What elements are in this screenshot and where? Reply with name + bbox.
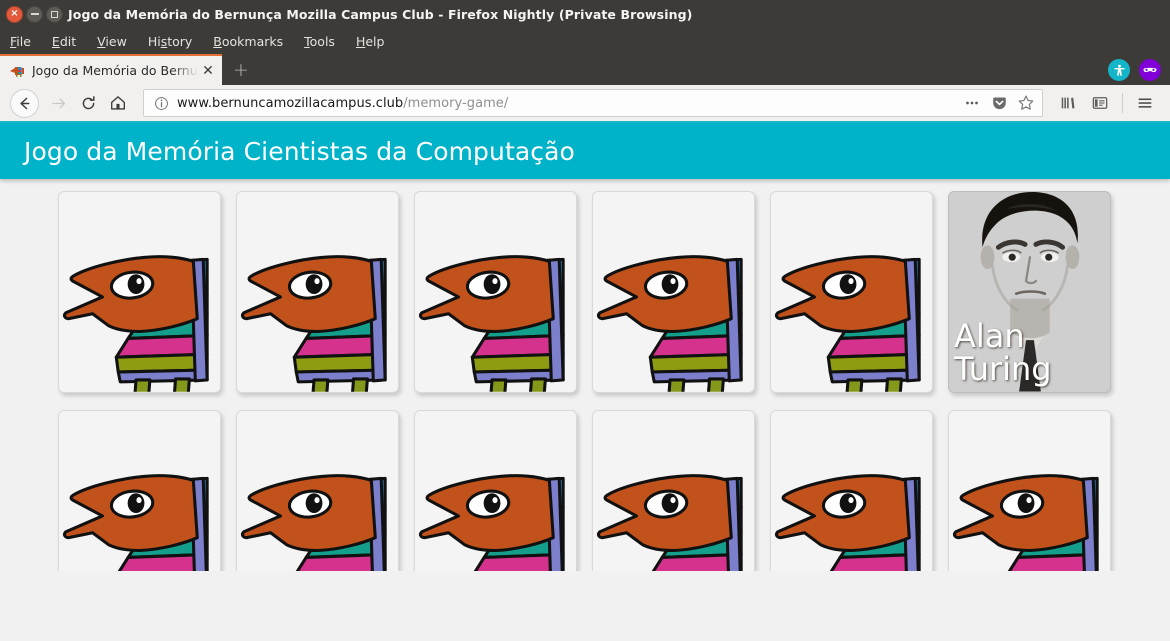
home-button[interactable] xyxy=(103,88,133,118)
site-header: Jogo da Memória Cientistas da Computação xyxy=(0,123,1170,179)
back-button[interactable] xyxy=(10,88,39,118)
menu-item-bookmarks[interactable]: Bookmarks xyxy=(213,34,283,49)
menu-item-file[interactable]: File xyxy=(10,34,31,49)
menu-item-history[interactable]: History xyxy=(148,34,192,49)
page-content: Jogo da Memória Cientistas da Computação… xyxy=(0,123,1170,571)
tab-strip: Jogo da Memória do Bernunça Mozilla Camp… xyxy=(0,54,1170,85)
bernunca-mascot-icon xyxy=(59,411,220,571)
bernunca-mascot-icon xyxy=(771,411,932,571)
reload-icon xyxy=(82,95,95,109)
bernunca-mascot-icon xyxy=(593,411,754,571)
private-browsing-mask-icon xyxy=(1139,59,1161,81)
tab-close-icon[interactable]: ✕ xyxy=(200,63,216,79)
tab-title: Jogo da Memória do Bernunça Mozilla Camp… xyxy=(32,63,200,78)
bernunca-mascot-icon xyxy=(415,411,576,571)
toolbar-separator xyxy=(1122,93,1123,113)
bernunca-mascot-icon xyxy=(949,411,1110,571)
memory-card-face-down[interactable] xyxy=(58,191,221,393)
memory-card-face-down[interactable] xyxy=(770,191,933,393)
memory-card-face-down[interactable] xyxy=(770,410,933,571)
sidebar-button[interactable] xyxy=(1085,88,1115,118)
memory-game-board: Alan Turing xyxy=(0,179,1170,571)
bernunca-mascot-icon xyxy=(59,192,220,392)
close-icon: × xyxy=(10,8,19,19)
window-minimize-button[interactable] xyxy=(26,5,43,23)
memory-card-face-down[interactable] xyxy=(236,191,399,393)
new-tab-button[interactable]: + xyxy=(222,54,260,85)
bernunca-mascot-icon xyxy=(237,192,398,392)
window-title: Jogo da Memória do Bernunça Mozilla Camp… xyxy=(68,6,693,22)
hamburger-menu-icon xyxy=(1138,98,1152,108)
page-actions-ellipsis-icon[interactable] xyxy=(960,91,984,115)
scientist-name: Alan Turing xyxy=(954,317,1052,389)
reload-button[interactable] xyxy=(73,88,103,118)
memory-card-face-down[interactable] xyxy=(58,410,221,571)
sidebar-icon xyxy=(1092,97,1108,109)
accessibility-icon[interactable] xyxy=(1108,59,1130,81)
menu-bar: File Edit View History Bookmarks Tools H… xyxy=(0,28,1170,54)
toolbar-right-buttons xyxy=(1053,88,1160,118)
library-button[interactable] xyxy=(1053,88,1083,118)
menu-item-view[interactable]: View xyxy=(97,34,127,49)
back-arrow-icon xyxy=(20,97,30,109)
memory-card-face-down[interactable] xyxy=(236,410,399,571)
bernunca-mascot-icon xyxy=(771,192,932,392)
memory-card-face-down[interactable] xyxy=(592,191,755,393)
navigation-toolbar: www.bernuncamozillacampus.club/memory-ga… xyxy=(0,85,1170,123)
window-maximize-button[interactable] xyxy=(46,5,63,23)
menu-item-edit[interactable]: Edit xyxy=(52,34,76,49)
forward-arrow-icon xyxy=(51,98,65,108)
url-domain: www.bernuncamozillacampus.club xyxy=(177,95,404,111)
url-bar-actions xyxy=(960,91,1038,115)
memory-card-face-up[interactable]: Alan Turing xyxy=(948,191,1111,393)
url-path: /memory-game/ xyxy=(403,95,509,111)
url-bar[interactable]: www.bernuncamozillacampus.club/memory-ga… xyxy=(143,89,1043,117)
bernunca-mascot-icon xyxy=(237,411,398,571)
menu-item-help[interactable]: Help xyxy=(356,34,385,49)
memory-card-face-down[interactable] xyxy=(948,410,1111,571)
tabstrip-right-icons xyxy=(1108,59,1170,85)
bernunca-mascot-icon xyxy=(593,192,754,392)
pocket-icon[interactable] xyxy=(987,91,1011,115)
page-info-icon[interactable] xyxy=(153,95,169,111)
app-menu-button[interactable] xyxy=(1130,88,1160,118)
menu-item-tools[interactable]: Tools xyxy=(304,34,335,49)
home-icon xyxy=(111,96,125,110)
memory-card-face-down[interactable] xyxy=(592,410,755,571)
url-text: www.bernuncamozillacampus.club/memory-ga… xyxy=(177,96,960,111)
bernunca-mascot-icon xyxy=(415,192,576,392)
forward-button xyxy=(43,88,73,118)
window-close-button[interactable]: × xyxy=(6,5,23,23)
favicon-bernunca-icon xyxy=(9,63,25,79)
memory-card-face-down[interactable] xyxy=(414,410,577,571)
tab-memory-game[interactable]: Jogo da Memória do Bernunça Mozilla Camp… xyxy=(0,54,222,85)
maximize-icon xyxy=(51,10,58,18)
minimize-icon xyxy=(30,13,39,15)
library-icon xyxy=(1061,97,1075,109)
window-titlebar: × Jogo da Memória do Bernunça Mozilla Ca… xyxy=(0,0,1170,28)
bookmark-star-icon[interactable] xyxy=(1014,91,1038,115)
page-title: Jogo da Memória Cientistas da Computação xyxy=(24,136,575,166)
window-controls: × xyxy=(0,5,63,23)
memory-card-face-down[interactable] xyxy=(414,191,577,393)
